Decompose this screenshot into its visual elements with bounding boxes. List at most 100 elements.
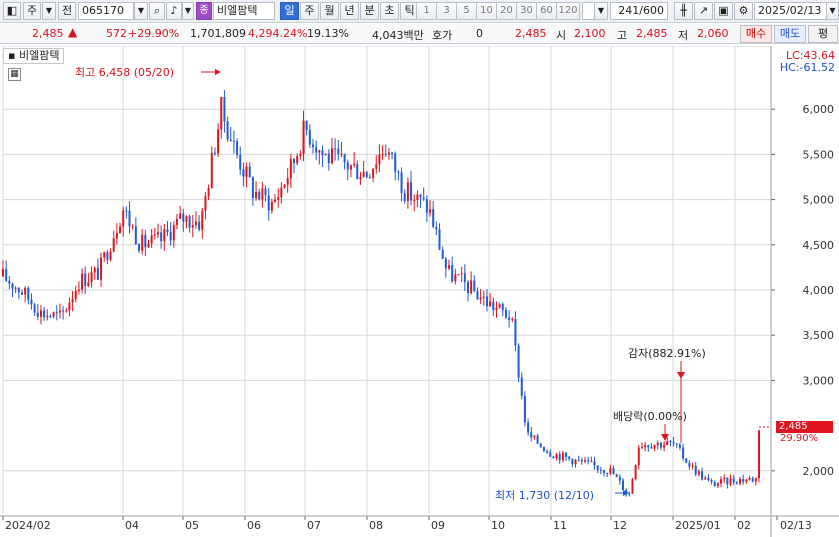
candle-body <box>533 435 536 438</box>
candle-body <box>735 482 738 484</box>
candle-body <box>20 292 23 295</box>
candle-body <box>220 97 223 130</box>
period-week-tab[interactable]: 주 <box>300 2 319 20</box>
candle-body <box>251 177 254 199</box>
candle-body <box>58 310 61 313</box>
candle-body <box>308 130 311 145</box>
x-tick-label: 07 <box>307 519 321 532</box>
trade-amount: 4,043백만 <box>372 29 424 42</box>
candle-body <box>100 257 103 280</box>
candle-body <box>198 221 201 230</box>
candle-body <box>223 97 226 122</box>
candle-body <box>242 169 245 177</box>
y-tick-label: 2,000 <box>803 465 835 478</box>
candle-body <box>432 209 435 227</box>
market-selector[interactable]: 주 <box>23 2 41 20</box>
bar-count-input[interactable]: 241/600 <box>610 2 668 20</box>
sell-button[interactable]: 매도 <box>774 25 806 43</box>
speaker-dropdown-icon[interactable]: ▼ <box>182 2 194 20</box>
candle-body <box>305 120 308 131</box>
interval-dropdown-icon[interactable]: ▼ <box>594 2 608 20</box>
candle-body <box>84 273 87 287</box>
interval-20-button[interactable]: 20 <box>496 2 517 20</box>
candle-body <box>52 312 55 317</box>
candle-body <box>568 456 571 459</box>
candle-body <box>742 478 745 482</box>
candle-body <box>55 312 58 314</box>
candle-body <box>296 156 299 164</box>
high-label: 고 <box>617 29 628 42</box>
candle-body <box>30 299 33 305</box>
candle-body <box>204 195 207 211</box>
x-tick-label: 2024/02 <box>5 519 51 532</box>
candle-body <box>688 462 691 467</box>
interval-30-button[interactable]: 30 <box>516 2 537 20</box>
candle-body <box>274 199 277 203</box>
eval-button[interactable]: 평 <box>808 25 838 43</box>
candle-body <box>729 478 732 485</box>
candle-body <box>457 274 460 276</box>
candle-body <box>473 280 476 292</box>
candle-body <box>293 158 296 164</box>
interval-60-button[interactable]: 60 <box>536 2 557 20</box>
candle-body <box>337 148 340 155</box>
candle-body <box>194 221 197 226</box>
period-year-tab[interactable]: 년 <box>340 2 359 20</box>
chart-canvas[interactable]: 6,000 5,500 5,000 4,500 4,000 3,500 3,000 2,000… <box>0 46 839 537</box>
buy-button[interactable]: 매수 <box>740 25 772 43</box>
candle-body <box>691 465 694 467</box>
date-dropdown-icon[interactable]: ▼ <box>826 2 839 20</box>
candle-body <box>653 445 656 449</box>
interval-5-button[interactable]: 5 <box>456 2 477 20</box>
candle-type-icon[interactable]: ╫ <box>674 2 693 20</box>
candle-body <box>2 269 4 277</box>
prev-button[interactable]: 전 <box>58 2 76 20</box>
interval-10-button[interactable]: 10 <box>476 2 497 20</box>
interval-1-button[interactable]: 1 <box>416 2 437 20</box>
candle-body <box>156 232 159 235</box>
candle-body <box>280 187 283 198</box>
indicator-icon[interactable]: ↗ <box>694 2 713 20</box>
settings-gear-icon[interactable]: ⚙ <box>734 2 753 20</box>
save-icon[interactable]: ▣ <box>714 2 733 20</box>
speaker-icon[interactable]: ♪ <box>166 2 182 20</box>
candle-body <box>311 144 314 148</box>
candle-body <box>470 280 473 294</box>
candle-body <box>346 162 349 170</box>
hoga-label: 호가 <box>432 29 453 42</box>
period-month-tab[interactable]: 월 <box>320 2 339 20</box>
candle-body <box>172 224 175 241</box>
candle-body <box>422 197 425 200</box>
chart-menu-icon[interactable]: ◧ <box>3 2 21 20</box>
period-day-tab[interactable]: 일 <box>280 2 299 20</box>
date-input[interactable]: 2025/02/13 <box>754 2 828 20</box>
period-minute-tab[interactable]: 분 <box>360 2 379 20</box>
candle-body <box>289 158 292 179</box>
candle-body <box>356 163 359 180</box>
interval-120-button[interactable]: 120 <box>556 2 580 20</box>
search-icon[interactable]: ⌕ <box>149 2 165 20</box>
stock-code-input[interactable]: 065170 <box>78 2 134 20</box>
quote-bar: 2,485 ▲ 572 +29.90% 1,701,809 4,294.24% … <box>0 24 839 44</box>
stock-type-badge: 종 <box>196 2 212 20</box>
stock-code-dropdown-icon[interactable]: ▼ <box>134 2 148 20</box>
interval-3-button[interactable]: 3 <box>436 2 457 20</box>
candle-body <box>71 298 74 303</box>
candle-body <box>387 152 390 155</box>
candle-body <box>378 154 381 165</box>
candle-body <box>416 194 419 200</box>
candle-body <box>277 197 280 200</box>
candle-body <box>362 171 365 178</box>
period-second-tab[interactable]: 초 <box>380 2 399 20</box>
candle-body <box>542 446 545 452</box>
candle-body <box>128 210 131 227</box>
candle-body <box>710 480 713 482</box>
candle-body <box>131 226 134 228</box>
candle-body <box>201 210 204 230</box>
toolbar: ◧ 주 ▼ 전 065170 ▼ ⌕ ♪ ▼ 종 비엘팜텍 일 주 월 년 분 … <box>0 0 839 23</box>
candle-body <box>334 148 337 150</box>
price-chart[interactable]: 6,000 5,500 5,000 4,500 4,000 3,500 3,000 2,000… <box>0 46 839 537</box>
market-dropdown-icon[interactable]: ▼ <box>42 2 56 20</box>
chart-grid-toggle-icon[interactable]: ▦ <box>8 68 21 81</box>
candle-body <box>656 442 659 446</box>
